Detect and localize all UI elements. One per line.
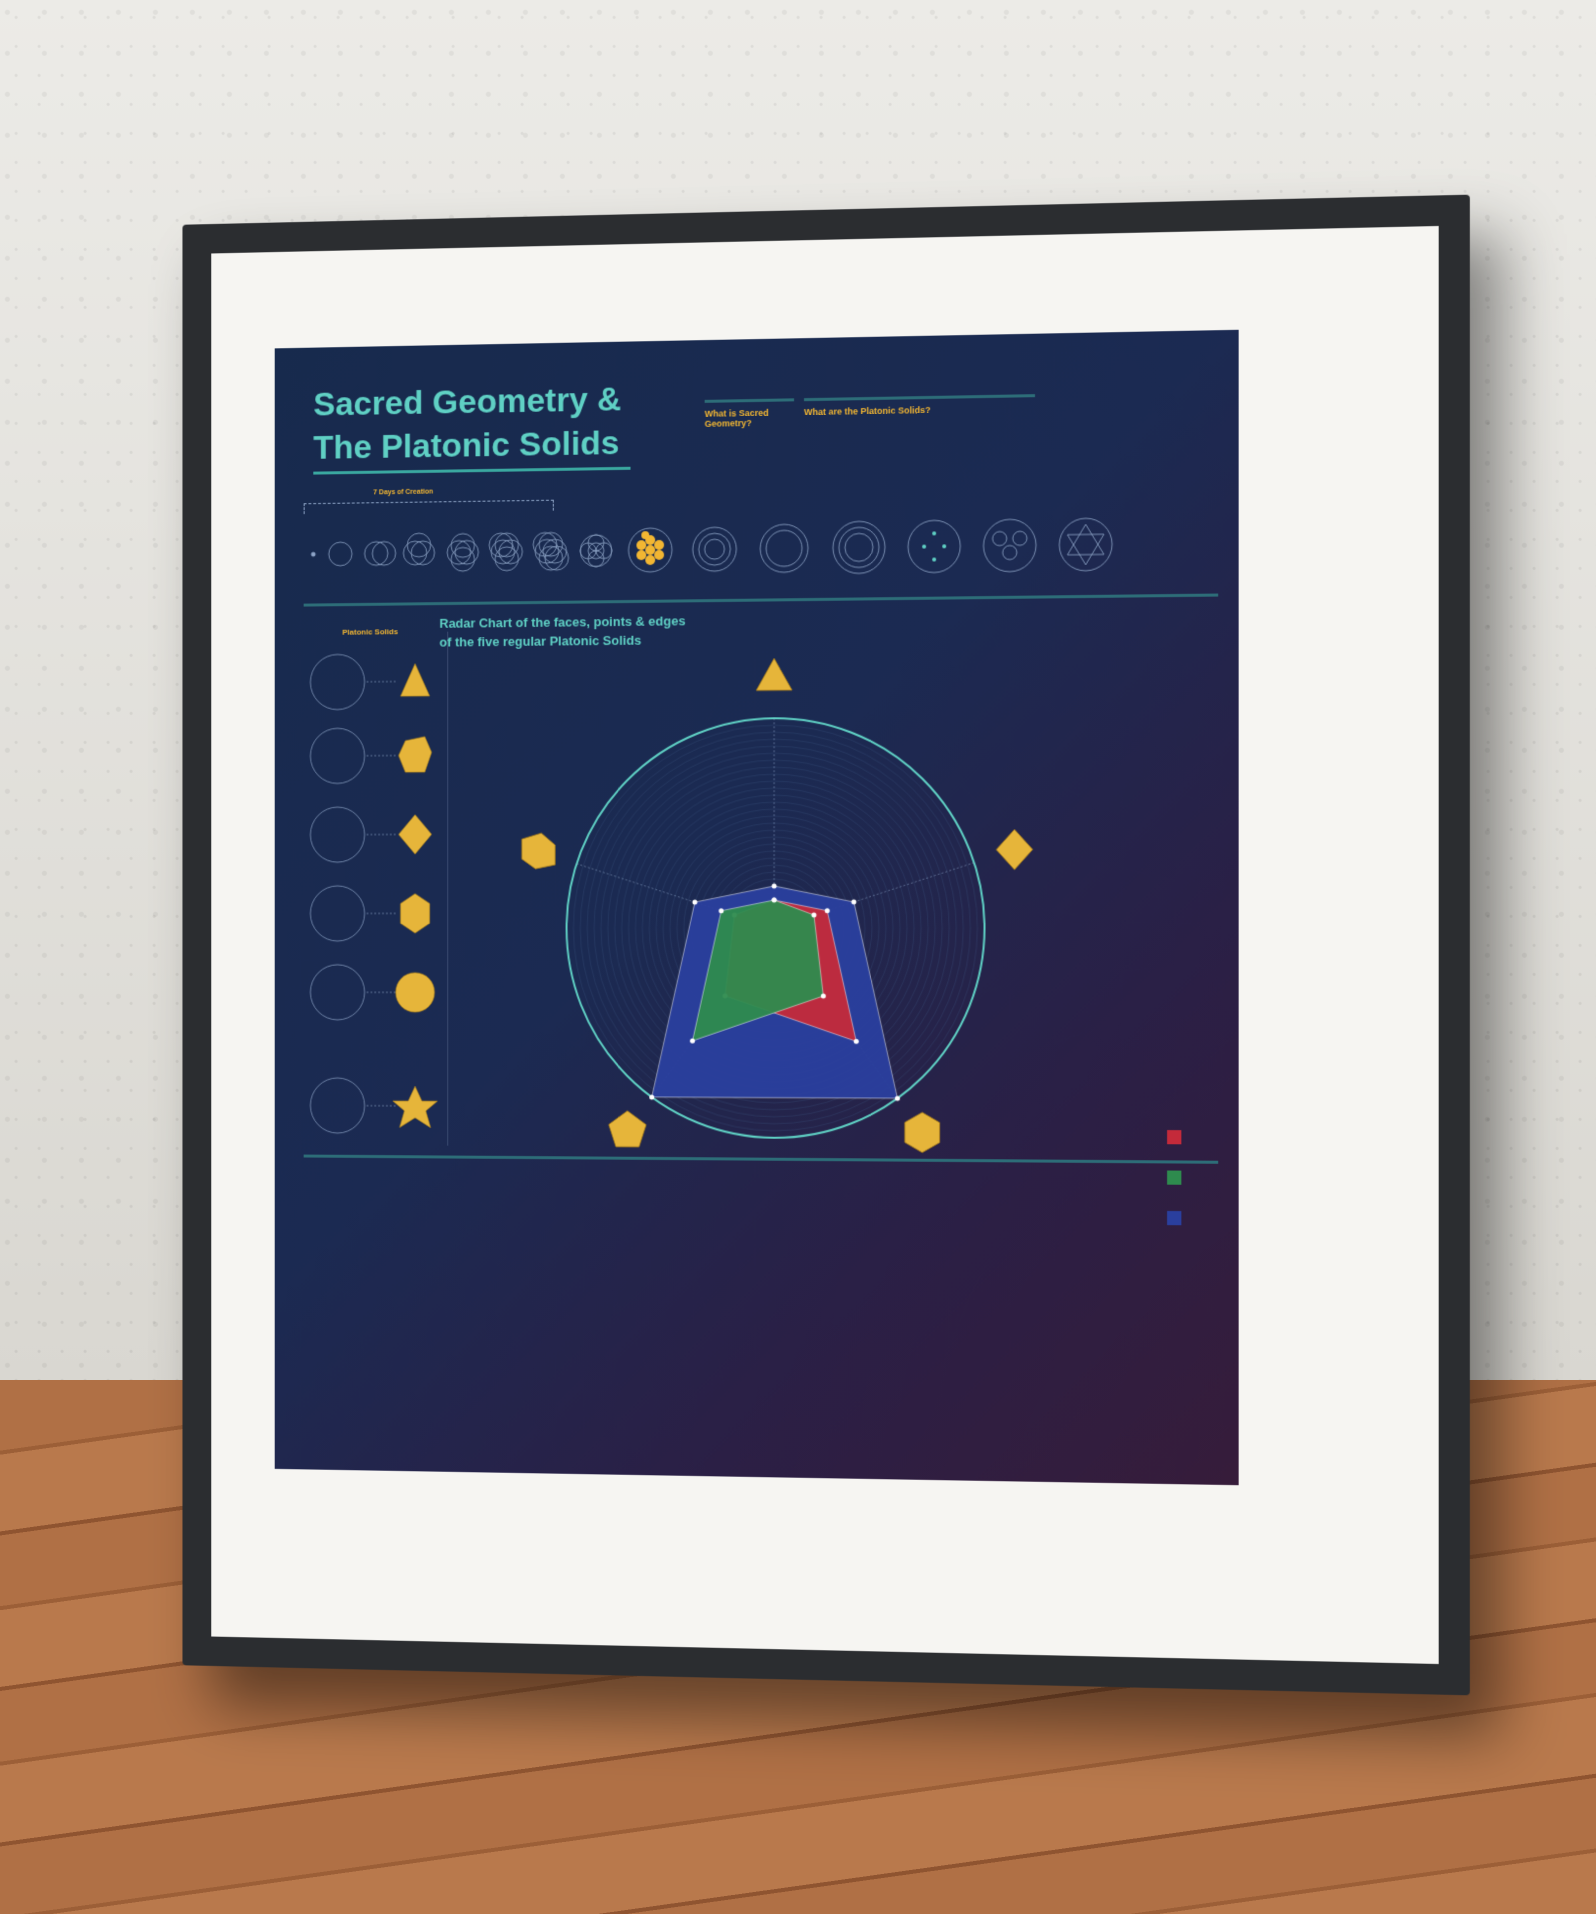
section-rule <box>304 594 1219 607</box>
radar-chart <box>449 634 1208 1161</box>
poster-title-line1: Sacred Geometry & <box>313 377 621 426</box>
platonic-solids-column <box>304 642 450 1156</box>
solid-icon-icosahedron <box>905 1112 940 1152</box>
radar-point-series2-octahedron <box>811 913 816 918</box>
radar-title-line1: Radar Chart of the faces, points & edges <box>439 611 685 632</box>
solid-icon-hexahedron <box>522 833 555 869</box>
creation-sequence <box>304 507 1219 593</box>
radar-point-series3-hexahedron <box>692 900 697 905</box>
radar-point-series1-icosahedron <box>854 1039 859 1044</box>
poster-title: Sacred Geometry & The Platonic Solids <box>313 377 621 469</box>
solid-icon-dodecahedron <box>609 1111 647 1147</box>
picture-frame: Sacred Geometry & The Platonic Solids Wh… <box>182 195 1469 1696</box>
what-are-platonic-solids-heading: What are the Platonic Solids? <box>804 394 1035 427</box>
seven-days-label: 7 Days of Creation <box>373 489 433 497</box>
radar-point-series2-hexahedron <box>719 908 724 913</box>
seven-days-bracket <box>304 500 554 514</box>
radar-point-series3-tetrahedron <box>772 884 777 889</box>
radar-point-series2-icosahedron <box>821 993 826 998</box>
legend-swatch-1 <box>1167 1130 1181 1144</box>
info-text-block-1 <box>705 428 790 489</box>
radar-point-series2-dodecahedron <box>690 1038 695 1043</box>
radar-point-series1-octahedron <box>825 908 830 913</box>
legend-swatch-3 <box>1167 1211 1181 1225</box>
solid-icon-tetrahedron <box>756 658 792 690</box>
poster: Sacred Geometry & The Platonic Solids Wh… <box>275 330 1239 1485</box>
solid-icon-octahedron <box>996 829 1032 869</box>
radar-point-series3-icosahedron <box>895 1096 900 1101</box>
radar-point-series2-tetrahedron <box>772 898 777 903</box>
what-is-sacred-geometry-heading: What is Sacred Geometry? <box>705 398 794 428</box>
platonic-solids-column-title: Platonic Solids <box>342 627 398 636</box>
radar-point-series3-dodecahedron <box>649 1095 654 1100</box>
legend-swatch-2 <box>1167 1171 1181 1185</box>
poster-title-line2: The Platonic Solids <box>313 421 621 469</box>
radar-point-series3-octahedron <box>851 899 856 904</box>
